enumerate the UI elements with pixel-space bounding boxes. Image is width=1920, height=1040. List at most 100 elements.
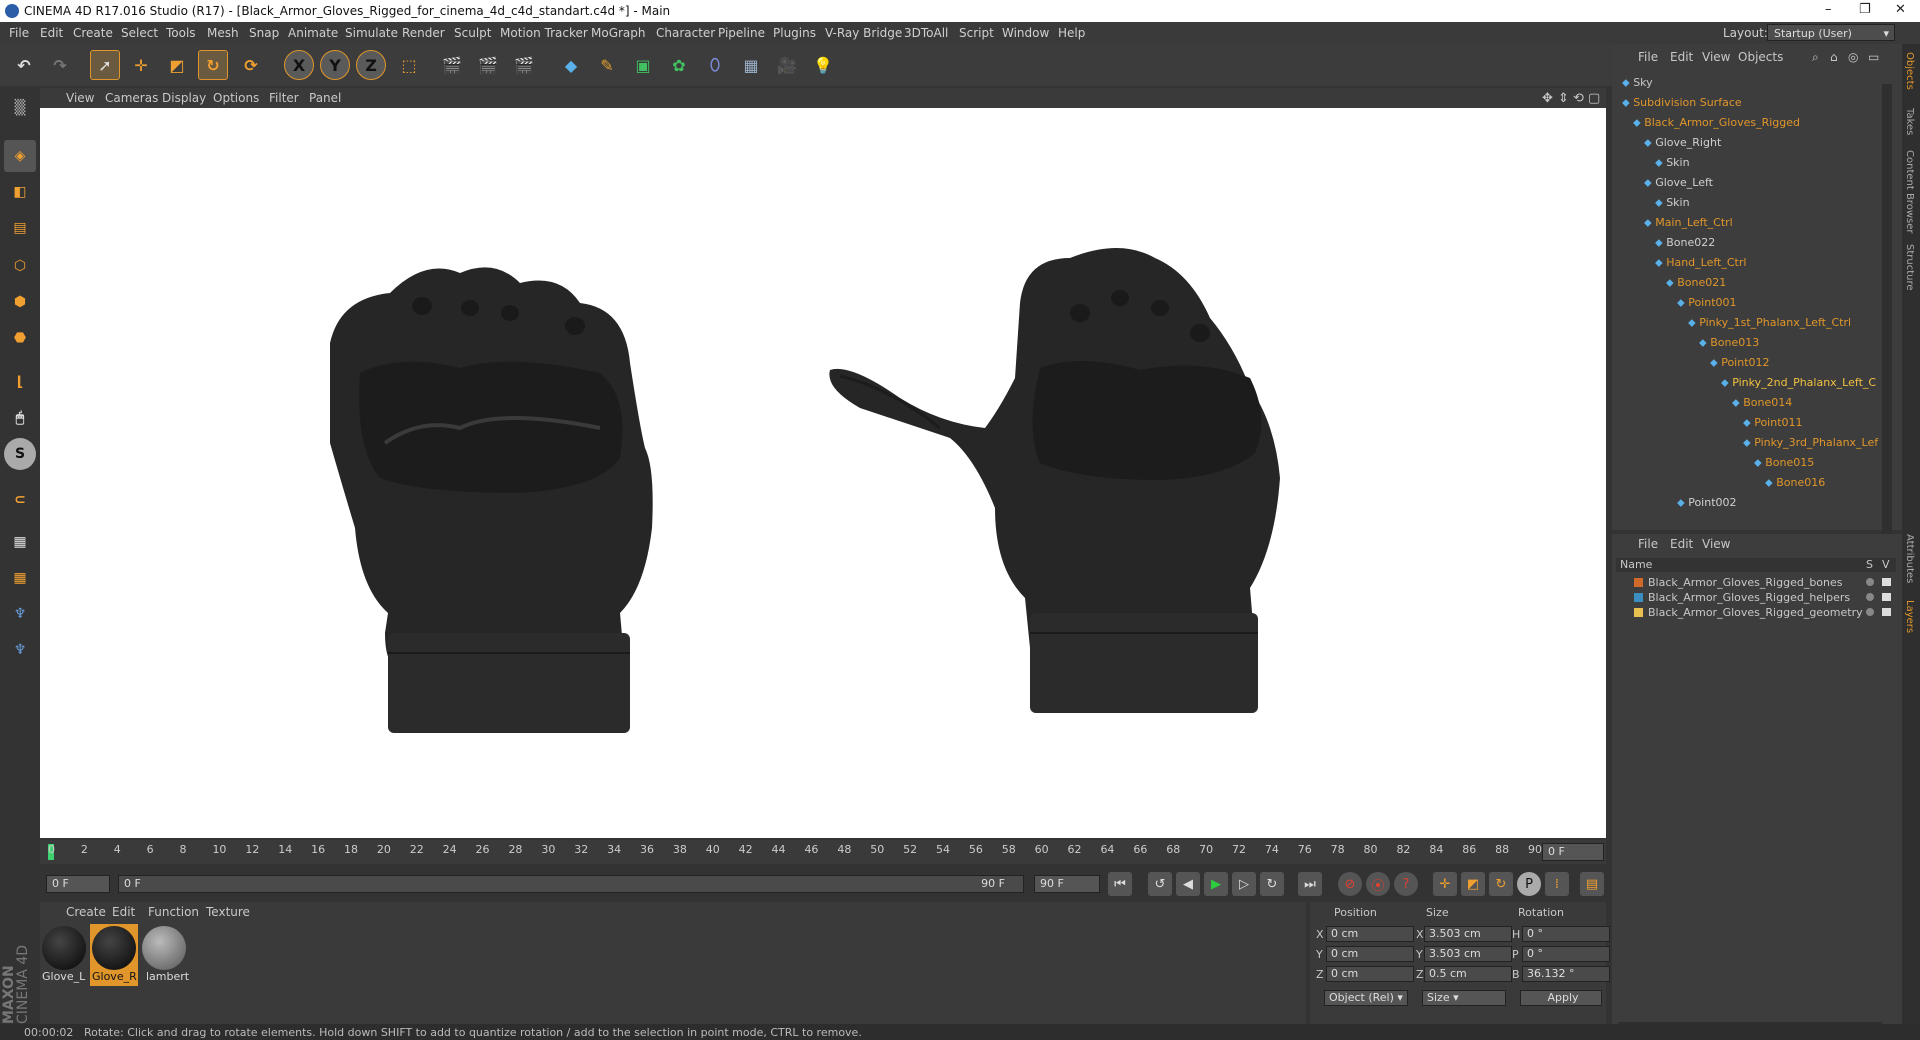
layer-row[interactable]: Black_Armor_Gloves_Rigged_bones — [1620, 576, 1896, 590]
edges-mode-button[interactable]: ⬢ — [4, 286, 36, 318]
material-glove-r-swatch[interactable] — [92, 926, 136, 970]
frame-range-slider[interactable]: 0 F 90 F — [118, 875, 1024, 893]
viewport-pan-icon[interactable]: ✥ — [1542, 91, 1553, 106]
timeline-window-button[interactable]: ▤ — [1580, 872, 1604, 896]
scale-tool-button[interactable]: ◩ — [162, 50, 192, 80]
material-glove-r-label[interactable]: Glove_R — [92, 970, 138, 984]
subdivision-surface-button[interactable]: ▣ — [628, 50, 658, 80]
side-tab-attributes[interactable]: Attributes — [1904, 534, 1915, 583]
menu-simulate[interactable]: Simulate — [345, 26, 398, 40]
current-frame-field[interactable]: 0 F — [1542, 843, 1604, 861]
tweak-mode-button[interactable]: 🖱 — [4, 402, 36, 434]
menu-vray-bridge[interactable]: V-Ray Bridge — [825, 26, 902, 40]
goto-next-key-button[interactable]: ↻ — [1260, 872, 1284, 896]
coordinate-system-button[interactable]: ⬚ — [394, 50, 424, 80]
recent-tools-button[interactable]: ⟳ — [236, 50, 266, 80]
bookmark-icon[interactable]: ◎ — [1848, 50, 1858, 64]
record-keys-button[interactable]: ⊘ — [1338, 872, 1362, 896]
viewport-rotate-icon[interactable]: ⟲ — [1573, 91, 1584, 106]
new-view-icon[interactable]: ▭ — [1868, 50, 1879, 64]
menu-pipeline[interactable]: Pipeline — [718, 26, 765, 40]
timeline-ruler[interactable]: 0 2 4 6 8 10 12 14 16 18 20 22 24 26 28 30 32 34 36 38 40 42 4… — [40, 840, 1606, 864]
polygons-mode-button[interactable]: ⬣ — [4, 322, 36, 354]
viewport-menu-view[interactable]: View — [66, 91, 94, 105]
viewport-menu-panel[interactable]: Panel — [309, 91, 341, 105]
render-picture-viewer-button[interactable]: 🎬 — [473, 50, 503, 80]
menu-sculpt[interactable]: Sculpt — [454, 26, 491, 40]
menu-mograph[interactable]: MoGraph — [591, 26, 646, 40]
end-frame-field[interactable]: 90 F — [1034, 875, 1100, 893]
object-tree-row[interactable]: ⬥ Point001 — [1677, 296, 1737, 314]
spline-pen-button[interactable]: ✎ — [592, 50, 622, 80]
object-tree-row[interactable]: ⬥ Bone022 — [1655, 236, 1715, 254]
enable-axis-button[interactable]: ⌊ — [4, 366, 36, 398]
texture-mode-button[interactable]: ◧ — [4, 176, 36, 208]
start-frame-field[interactable]: 0 F — [46, 875, 110, 893]
object-tree-row[interactable]: ⬥ Main_Left_Ctrl — [1644, 216, 1733, 234]
object-tree-row[interactable]: ⬥ Bone021 — [1666, 276, 1726, 294]
undo-button[interactable]: ↶ — [9, 50, 39, 80]
menu-window[interactable]: Window — [1002, 26, 1049, 40]
object-tree-row[interactable]: ⬥ Bone013 — [1699, 336, 1759, 354]
menu-snap[interactable]: Snap — [249, 26, 279, 40]
model-mode-button[interactable]: ◈ — [4, 140, 36, 172]
layer-solo-toggle[interactable] — [1866, 593, 1874, 601]
goto-end-button[interactable]: ⏭ — [1298, 872, 1322, 896]
auto-key-button[interactable]: ⦿ — [1366, 872, 1390, 896]
material-menu-texture[interactable]: Texture — [206, 905, 250, 919]
objects-menu-objects[interactable]: Objects — [1738, 50, 1783, 64]
object-tree-row[interactable]: ⬥ Point002 — [1677, 496, 1737, 514]
deformer-button[interactable]: ⬯ — [700, 50, 730, 80]
workplane-axis-button[interactable]: ▦ — [4, 562, 36, 594]
menu-animate[interactable]: Animate — [288, 26, 338, 40]
python-script-button[interactable]: ♆ — [4, 598, 36, 630]
workplane-lock-button[interactable]: ▦ — [4, 526, 36, 558]
maximize-button[interactable]: ❐ — [1859, 2, 1871, 17]
object-tree-row[interactable]: ⬥ Subdivision Surface — [1622, 96, 1742, 114]
side-tab-content-browser[interactable]: Content Browser — [1904, 150, 1915, 233]
redo-button[interactable]: ↷ — [45, 50, 75, 80]
size-x-field[interactable]: 3.503 cm — [1424, 926, 1512, 942]
objects-menu-view[interactable]: View — [1702, 50, 1730, 64]
next-frame-button[interactable]: ▷ — [1232, 872, 1256, 896]
render-view-button[interactable]: 🎬 — [437, 50, 467, 80]
material-lambert-label[interactable]: lambert — [146, 970, 192, 984]
floor-object-button[interactable]: ▦ — [736, 50, 766, 80]
layers-menu-view[interactable]: View — [1702, 537, 1730, 551]
menu-motion-tracker[interactable]: Motion Tracker — [500, 26, 588, 40]
material-glove-l-label[interactable]: Glove_L — [42, 970, 88, 984]
x-axis-button[interactable]: X — [284, 50, 314, 80]
layer-color-swatch[interactable] — [1634, 593, 1643, 602]
object-tree-row[interactable]: ⬥ Point012 — [1710, 356, 1770, 374]
search-icon[interactable]: ⌕ — [1812, 50, 1819, 65]
object-tree-row[interactable]: ⬥ Skin — [1655, 196, 1690, 214]
object-tree-row[interactable]: ⬥ Pinky_1st_Phalanx_Left_Ctrl — [1688, 316, 1851, 334]
object-tree-row[interactable]: ⬥ Glove_Right — [1644, 136, 1721, 154]
material-menu-create[interactable]: Create — [66, 905, 106, 919]
object-tree-row[interactable]: ⬥ Point011 — [1743, 416, 1803, 434]
object-tree-row[interactable]: ⬥ Glove_Left — [1644, 176, 1713, 194]
cube-object-button[interactable]: ◆ — [556, 50, 586, 80]
size-z-field[interactable]: 0.5 cm — [1424, 966, 1512, 982]
menu-character[interactable]: Character — [656, 26, 715, 40]
menu-help[interactable]: Help — [1058, 26, 1085, 40]
object-tree-row[interactable]: ⬥ Pinky_2nd_Phalanx_Left_C — [1721, 376, 1876, 394]
side-tab-layers[interactable]: Layers — [1904, 600, 1915, 633]
menu-tools[interactable]: Tools — [166, 26, 196, 40]
viewport-menu-cameras[interactable]: Cameras — [105, 91, 158, 105]
layer-color-swatch[interactable] — [1634, 578, 1643, 587]
rot-b-field[interactable]: 36.132 ° — [1522, 966, 1610, 982]
layer-row[interactable]: Black_Armor_Gloves_Rigged_helpers — [1620, 591, 1896, 605]
material-menu-edit[interactable]: Edit — [112, 905, 135, 919]
layers-menu-file[interactable]: File — [1638, 537, 1658, 551]
object-tree-row[interactable]: ⬥ Bone014 — [1732, 396, 1792, 414]
apply-button[interactable]: Apply — [1520, 990, 1602, 1006]
key-position-button[interactable]: ✛ — [1433, 872, 1457, 896]
layer-color-swatch[interactable] — [1634, 608, 1643, 617]
objects-menu-edit[interactable]: Edit — [1670, 50, 1693, 64]
object-tree-row[interactable]: ⬥ Black_Armor_Gloves_Rigged — [1633, 116, 1800, 134]
object-tree-row[interactable]: ⬥ Bone016 — [1765, 476, 1825, 494]
minimize-button[interactable]: – — [1825, 2, 1832, 17]
pos-x-field[interactable]: 0 cm — [1326, 926, 1414, 942]
play-button[interactable]: ▶ — [1204, 872, 1228, 896]
